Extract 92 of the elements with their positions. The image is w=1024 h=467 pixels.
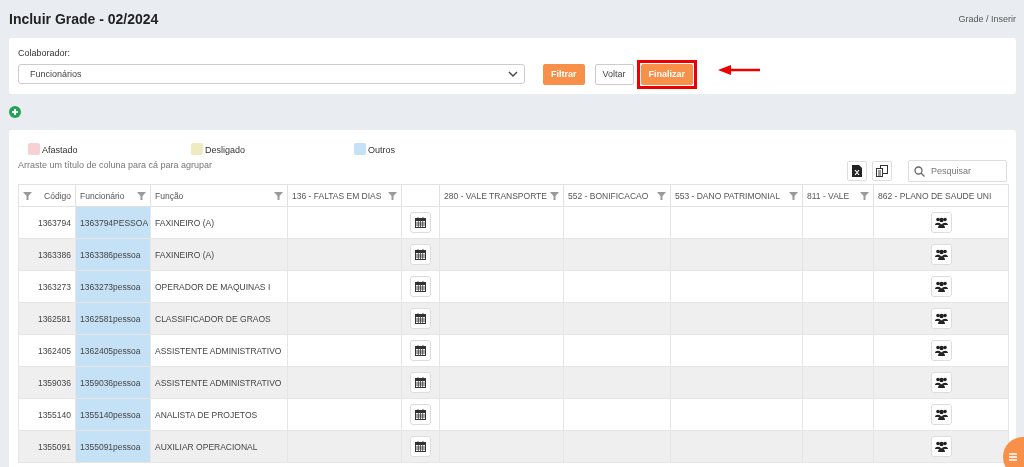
filter-icon[interactable] — [860, 191, 869, 200]
action-button[interactable]: Voltar — [594, 63, 634, 85]
calendar-button[interactable] — [410, 212, 431, 233]
people-button[interactable] — [930, 340, 952, 361]
people-icon — [934, 313, 948, 324]
calendar-icon — [415, 313, 426, 324]
column-header[interactable]: 552 - BONIFICACAO — [563, 184, 671, 207]
table-cell: 1363386pessoa — [75, 238, 151, 271]
search-icon — [914, 165, 925, 177]
table-cell: 1359036pessoa — [75, 366, 151, 399]
people-icon — [934, 217, 948, 228]
table-cell: 1363794 — [18, 206, 76, 239]
filter-icon[interactable] — [23, 191, 32, 200]
column-chooser-button[interactable] — [872, 161, 892, 181]
table-cell: FAXINEIRO (A) — [150, 206, 288, 239]
column-header[interactable]: 811 - VALE — [802, 184, 874, 207]
table-cell: 1362405 — [18, 334, 76, 367]
chevron-down-icon — [508, 71, 518, 77]
excel-file-icon — [852, 165, 862, 177]
table-cell: ANALISTA DE PROJETOS — [150, 398, 288, 431]
table-cell: OPERADOR DE MAQUINAS I — [150, 270, 288, 303]
table-cell: AUXILIAR OPERACIONAL — [150, 430, 288, 463]
filter-icon[interactable] — [550, 191, 559, 200]
people-button[interactable] — [930, 436, 952, 457]
column-header[interactable]: 136 - FALTAS EM DIAS — [287, 184, 402, 207]
legend-label: Afastado — [42, 145, 78, 155]
column-header[interactable]: Funcionário — [75, 184, 151, 207]
filter-icon[interactable] — [137, 191, 146, 200]
column-header[interactable]: Função — [150, 184, 288, 207]
arrow-icon — [717, 64, 762, 76]
menu-icon — [1009, 453, 1017, 461]
calendar-button[interactable] — [410, 308, 431, 329]
calendar-icon — [415, 217, 426, 228]
filter-icon[interactable] — [274, 191, 283, 200]
people-icon — [934, 377, 948, 388]
breadcrumb: Grade / Inserir — [958, 14, 1016, 24]
table-cell: 1355091 — [18, 430, 76, 463]
table-cell: ASSISTENTE ADMINISTRATIVO — [150, 366, 288, 399]
add-icon[interactable] — [9, 106, 21, 118]
group-hint: Arraste um título de coluna para cá para agrupar — [18, 160, 213, 170]
calendar-button[interactable] — [410, 276, 431, 297]
people-button[interactable] — [930, 404, 952, 425]
table-cell: 1355140 — [18, 398, 76, 431]
people-button[interactable] — [930, 244, 952, 265]
columns-icon — [876, 165, 888, 177]
table-cell: 1363273 — [18, 270, 76, 303]
table-cell: 1363273pessoa — [75, 270, 151, 303]
column-header[interactable]: 553 - DANO PATRIMONIAL — [670, 184, 803, 207]
calendar-button[interactable] — [410, 372, 431, 393]
table-cell: 1362581pessoa — [75, 302, 151, 335]
table-cell: 1362405pessoa — [75, 334, 151, 367]
calendar-button[interactable] — [410, 436, 431, 457]
legend-label: Outros — [368, 145, 395, 155]
filter-icon[interactable] — [657, 191, 666, 200]
table-cell: 1355140pessoa — [75, 398, 151, 431]
excel-export-button[interactable] — [847, 161, 867, 181]
people-button[interactable] — [930, 212, 952, 233]
people-icon — [934, 281, 948, 292]
table-cell: ASSISTENTE ADMINISTRATIVO — [150, 334, 288, 367]
search-field[interactable]: Pesquisar — [908, 160, 1007, 182]
calendar-button[interactable] — [410, 244, 431, 265]
legend-label: Desligado — [205, 145, 246, 155]
people-icon — [934, 249, 948, 260]
calendar-icon — [415, 441, 426, 452]
table-cell: CLASSIFICADOR DE GRAOS — [150, 302, 288, 335]
calendar-icon — [415, 377, 426, 388]
people-button[interactable] — [930, 372, 952, 393]
filter-icon[interactable] — [388, 191, 397, 200]
collaborator-select[interactable]: Funcionários — [18, 64, 525, 84]
calendar-icon — [415, 281, 426, 292]
calendar-icon — [415, 249, 426, 260]
table-cell: FAXINEIRO (A) — [150, 238, 288, 271]
people-button[interactable] — [930, 308, 952, 329]
calendar-icon — [415, 345, 426, 356]
table-cell: 1362581 — [18, 302, 76, 335]
calendar-button[interactable] — [410, 340, 431, 361]
table-cell: 1359036 — [18, 366, 76, 399]
people-icon — [934, 441, 948, 452]
table-cell: 1355091pessoa — [75, 430, 151, 463]
calendar-button[interactable] — [410, 404, 431, 425]
people-icon — [934, 409, 948, 420]
table-cell: 1363794PESSOA — [75, 206, 151, 239]
field-label: Colaborador: — [18, 48, 72, 58]
people-button[interactable] — [930, 276, 952, 297]
page-title: Incluir Grade - 02/2024 — [9, 11, 159, 27]
column-header[interactable]: 862 - PLANO DE SAUDE UNI — [873, 184, 1009, 207]
calendar-icon — [415, 409, 426, 420]
column-header[interactable]: 280 - VALE TRANSPORTE — [439, 184, 564, 207]
people-icon — [934, 345, 948, 356]
filter-icon[interactable] — [789, 191, 798, 200]
column-header[interactable]: Código — [18, 184, 76, 207]
table-cell: 1363386 — [18, 238, 76, 271]
